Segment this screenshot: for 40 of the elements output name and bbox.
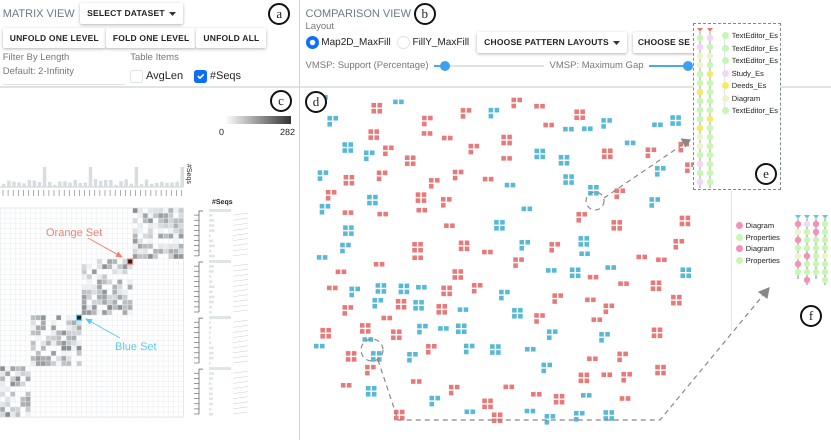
legend-max: 282 [280,127,296,137]
radio-label: Map2D_MaxFill [321,36,391,50]
toolbar-button[interactable]: UNFOLD ALL [196,28,266,48]
dropdown-button[interactable]: CHOOSE PATTERN LAYOUTS [477,32,627,53]
toolbar-button[interactable]: FOLD ONE LEVEL [106,28,196,48]
dropdown-button[interactable]: CHOOSE SE [632,32,694,53]
marker-label: d [305,91,327,113]
radio-label: FillY_MaxFill [412,36,470,50]
layout-label: Layout [306,22,336,32]
slider-thumb[interactable] [440,60,450,71]
caret-icon [168,12,176,16]
annotation-label: Blue Set [115,341,157,353]
slider-thumb[interactable] [682,60,692,71]
annotation-arrow [85,318,120,338]
view-title: MATRIX VIEW [2,6,75,22]
annotation-label: Orange Set [46,227,102,239]
filter-label: Filter By Length [2,51,70,65]
radio-button[interactable] [306,36,318,50]
checkbox[interactable] [194,70,208,83]
checkbox-label: AvgLen [146,69,184,84]
marker-label: a [268,2,290,25]
annotation-arrow [88,238,123,258]
toolbar-button[interactable]: UNFOLD ONE LEVEL [2,28,106,48]
color-legend [225,116,291,124]
marker-label: c [270,90,292,112]
view-title: COMPARISON VIEW [306,6,412,22]
caret-icon [612,41,620,45]
filter-value: Default: 2-Infinity [2,65,76,80]
strand-drawing [794,215,830,285]
marker-label: f [800,305,822,327]
select-dataset-button[interactable]: SELECT DATASET [80,3,183,24]
slider-label: VMSP: Support (Percentage) [306,58,429,72]
checkbox-label: #Seqs [210,69,242,84]
slider-label: VMSP: Maximum Gap [550,58,644,72]
marker-label: e [755,163,777,185]
highlighted-cell [126,258,134,265]
highlighted-cell [76,314,82,321]
marker-label: b [414,2,436,25]
legend-min: 0 [219,127,224,137]
table-items-label: Table Items [130,51,180,65]
